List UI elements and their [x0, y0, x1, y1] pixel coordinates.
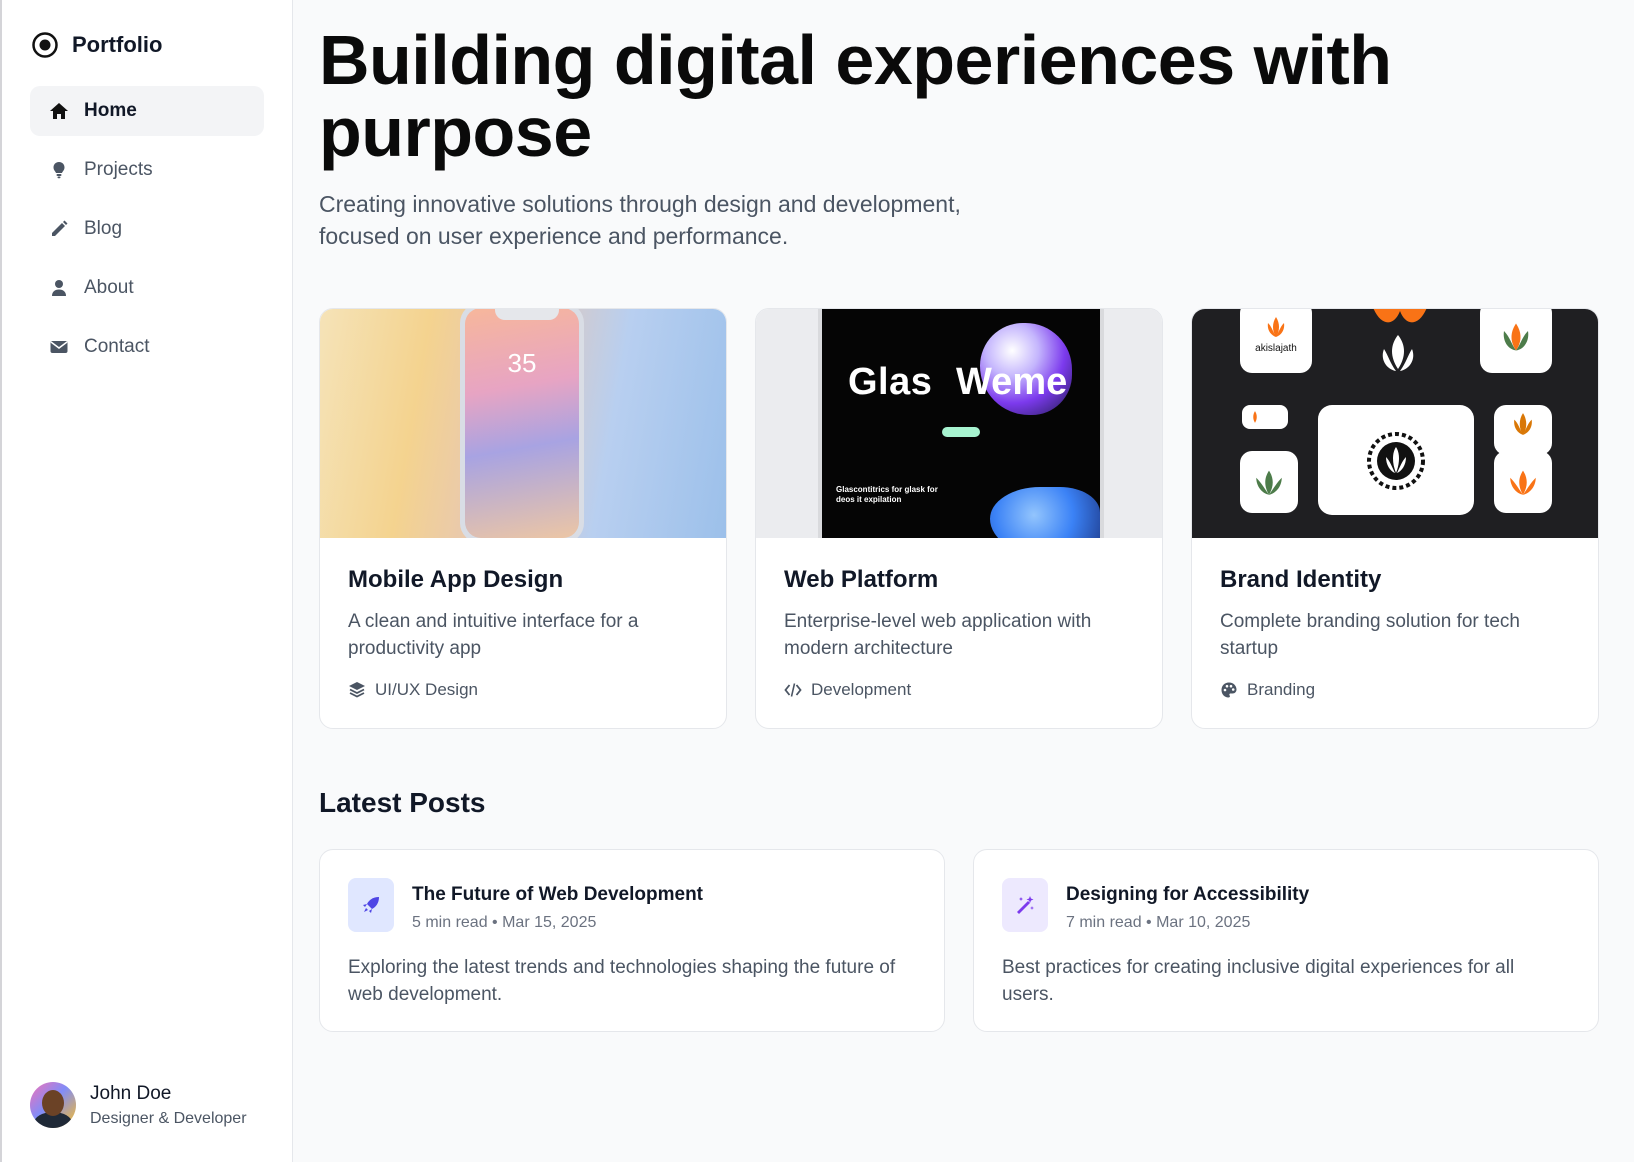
nav-item-label: Projects	[84, 159, 153, 180]
logo-tile	[1240, 451, 1298, 513]
envelope-icon	[48, 336, 70, 358]
nav-item-label: Contact	[84, 336, 150, 357]
post-title: The Future of Web Development	[412, 884, 704, 905]
project-tag-label: Branding	[1247, 680, 1316, 699]
project-card-brand-identity[interactable]: akislajath Brand Identity Complete brand…	[1191, 308, 1599, 729]
pencil-icon	[48, 218, 70, 240]
post-icon-box	[1002, 878, 1048, 932]
latest-posts-heading: Latest Posts	[319, 787, 486, 818]
white-logo-mark	[1382, 335, 1414, 371]
project-title: Brand Identity	[1220, 566, 1382, 593]
logo-tile	[1494, 405, 1552, 455]
logo-tile	[1494, 451, 1552, 513]
project-tag: UI/UX Design	[348, 680, 698, 700]
project-tag: Branding	[1220, 680, 1570, 700]
post-icon-box	[348, 878, 394, 932]
hero-subtitle: Creating innovative solutions through de…	[319, 191, 961, 249]
rocket-icon	[363, 897, 379, 913]
phone-mockup: 35	[460, 309, 584, 538]
project-tag-label: UI/UX Design	[375, 680, 478, 699]
mockup-headline-right: Weme	[956, 361, 1068, 403]
project-title: Mobile App Design	[348, 566, 564, 593]
profile-name: John Doe	[90, 1082, 172, 1104]
phone-time: 35	[507, 348, 537, 378]
nav-item-contact[interactable]: Contact	[30, 322, 264, 372]
project-tag: Development	[784, 680, 1134, 700]
avatar	[30, 1082, 76, 1128]
nav-item-label: Blog	[84, 218, 123, 239]
nav-item-label: Home	[84, 100, 137, 121]
mockup-headline-left: Glas	[848, 361, 933, 403]
profile-role: Designer & Developer	[90, 1109, 247, 1127]
website-mockup: Glas Weme Glascontitrics for glask for d…	[822, 309, 1100, 538]
nav-item-home[interactable]: Home	[30, 86, 264, 136]
project-tag-label: Development	[811, 680, 912, 699]
post-excerpt: Best practices for creating inclusive di…	[1002, 957, 1515, 1005]
logo-tile	[1242, 405, 1288, 429]
brand-name: Portfolio	[72, 32, 163, 57]
target-icon	[30, 30, 60, 60]
mockup-caption: Glascontitrics for glask for deos it exp…	[836, 485, 938, 504]
user-icon	[48, 277, 70, 299]
project-card-mobile-app[interactable]: 35 Mobile App Design A clean and intuiti…	[319, 308, 727, 729]
project-title: Web Platform	[784, 566, 939, 593]
nav-item-label: About	[84, 277, 134, 298]
magic-wand-icon	[1017, 896, 1034, 914]
main-content: Building digital experiences with purpos…	[293, 0, 1634, 1162]
project-card-web-platform[interactable]: Glas Weme Glascontitrics for glask for d…	[755, 308, 1163, 729]
hero-title: Building digital experiences with purpos…	[319, 21, 1392, 171]
post-excerpt: Exploring the latest trends and technolo…	[348, 957, 896, 1005]
sidebar-nav: Home Projects Blog About Contact	[30, 86, 264, 372]
logo-text: akislajath	[1255, 343, 1297, 354]
post-card-future-web[interactable]: The Future of Web Development 5 min read…	[319, 849, 945, 1032]
project-description: Enterprise-level web application with mo…	[784, 611, 1092, 659]
post-meta: 5 min read • Mar 15, 2025	[412, 914, 597, 931]
layers-icon	[349, 682, 365, 698]
logo-tile-large	[1318, 405, 1474, 515]
post-title: Designing for Accessibility	[1066, 884, 1310, 905]
post-card-accessibility[interactable]: Designing for Accessibility 7 min read •…	[973, 849, 1599, 1032]
nav-item-blog[interactable]: Blog	[30, 204, 264, 254]
project-description: Complete branding solution for tech star…	[1220, 611, 1520, 659]
logo-tile	[1480, 309, 1552, 373]
project-thumbnail: 35	[320, 309, 726, 538]
palette-icon	[1221, 682, 1237, 698]
project-thumbnail: akislajath	[1192, 309, 1598, 538]
project-thumbnail: Glas Weme Glascontitrics for glask for d…	[756, 309, 1162, 538]
user-profile[interactable]: John Doe Designer & Developer	[30, 1082, 247, 1128]
orange-logo-mark	[1373, 309, 1427, 323]
lightbulb-icon	[48, 159, 70, 181]
app-frame: Portfolio Home Projects Blog About Conta…	[0, 0, 1634, 1162]
post-meta: 7 min read • Mar 10, 2025	[1066, 914, 1251, 931]
posts-list: The Future of Web Development 5 min read…	[319, 849, 1606, 1032]
brand[interactable]: Portfolio	[30, 30, 264, 60]
nav-item-about[interactable]: About	[30, 263, 264, 313]
projects-grid: 35 Mobile App Design A clean and intuiti…	[319, 308, 1606, 729]
home-icon	[48, 100, 70, 122]
project-description: A clean and intuitive interface for a pr…	[348, 611, 639, 659]
logo-tile: akislajath	[1240, 309, 1312, 373]
code-icon	[784, 683, 802, 697]
sidebar: Portfolio Home Projects Blog About Conta…	[0, 0, 293, 1162]
nav-item-projects[interactable]: Projects	[30, 145, 264, 195]
